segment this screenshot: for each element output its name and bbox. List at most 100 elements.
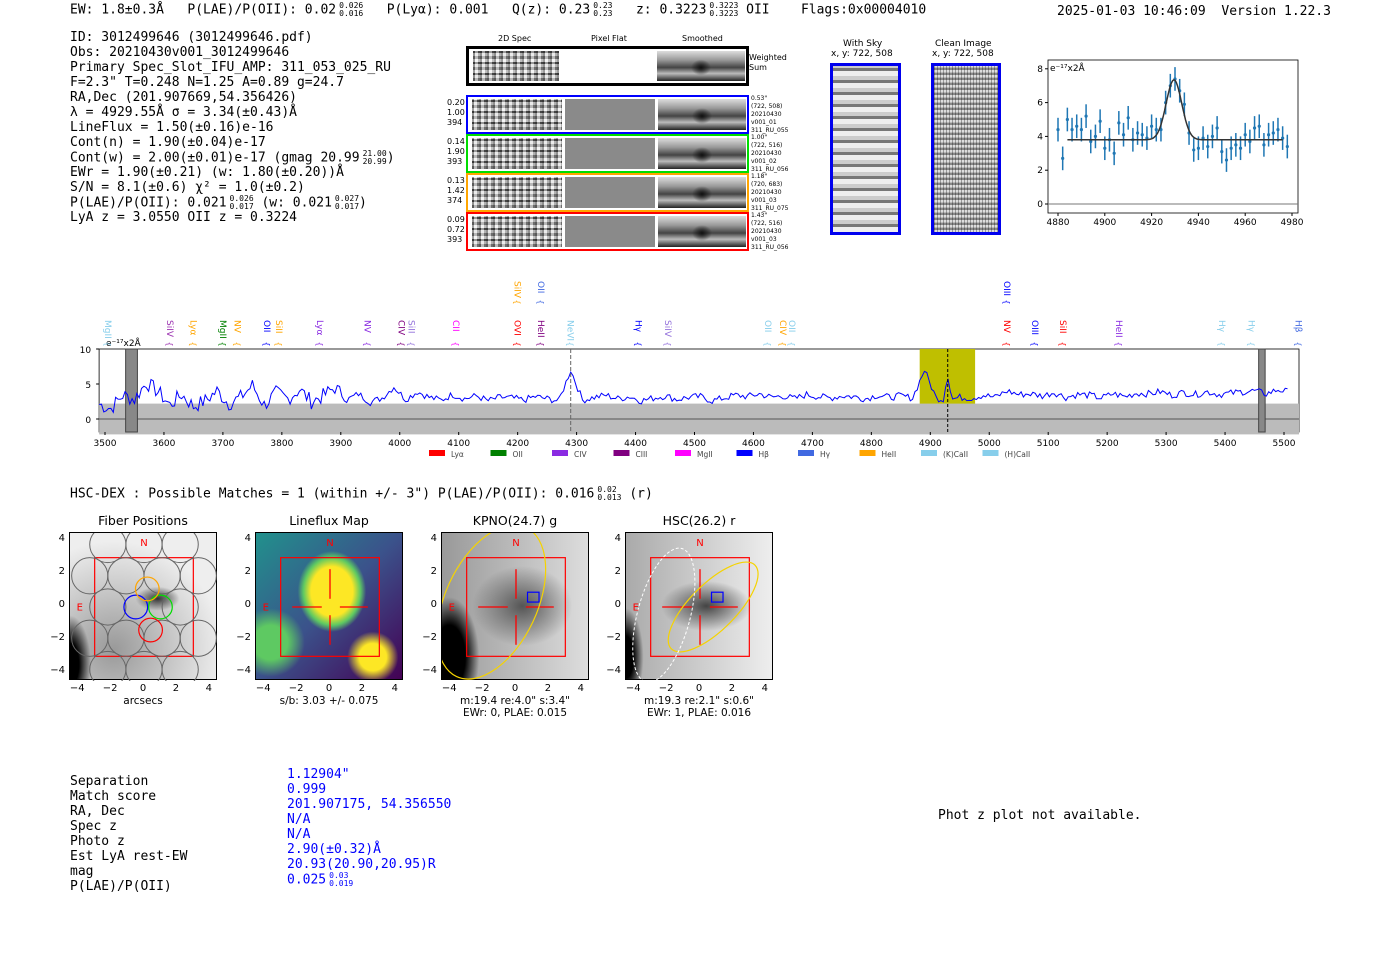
cutout-caption: s/b: 3.03 +/- 0.075 xyxy=(279,695,379,707)
spectral-line-label: NV xyxy=(1001,320,1011,334)
spectral-line-label: SiII xyxy=(1057,320,1067,334)
line-bracket: { xyxy=(1030,341,1039,346)
line-bracket: { xyxy=(1058,341,1067,346)
x-tick-label: 5200 xyxy=(1096,439,1119,449)
data-point xyxy=(1135,131,1140,135)
y-tick-label: −2 xyxy=(606,631,621,643)
match-labels: Separation Match score RA, Dec Spec z Photo … xyxy=(70,774,187,894)
spectral-line-label: Hγ xyxy=(1246,320,1256,333)
x-tick-label: 3800 xyxy=(270,439,293,449)
cutout-overlay: NE xyxy=(632,538,759,681)
y-tick-label: −4 xyxy=(236,664,251,676)
x-tick-label: 2 xyxy=(728,683,736,694)
x-tick-label: 5400 xyxy=(1214,439,1237,449)
line-bracket: { xyxy=(262,341,271,346)
y-tick-label: 4 xyxy=(430,533,437,545)
x-tick-label: −2 xyxy=(288,683,304,694)
y-unit-label: e⁻¹⁷x2Å xyxy=(1050,62,1086,74)
line-bracket: { xyxy=(1002,299,1011,304)
data-point xyxy=(1210,134,1215,138)
data-point xyxy=(1271,131,1275,135)
data-point xyxy=(1056,128,1060,132)
y-tick-label: −2 xyxy=(422,631,437,643)
x-tick-label: 3700 xyxy=(211,439,234,449)
data-point xyxy=(1079,128,1083,132)
data-point xyxy=(1182,102,1186,106)
cutout-overlay: NE xyxy=(263,538,380,657)
x-tick-label: 4700 xyxy=(801,439,824,449)
fiber-circle xyxy=(179,619,217,657)
x-tick-label: 3900 xyxy=(329,439,352,449)
east-label: E xyxy=(449,602,455,613)
spectral-line-label-upper: OIII xyxy=(1001,281,1011,296)
hscdex-lo: 0.013 xyxy=(597,493,622,502)
data-point xyxy=(1150,124,1154,128)
x-tick-label: −4 xyxy=(625,683,641,694)
cutout-caption: EWr: 0, PLAE: 0.015 xyxy=(462,707,568,719)
line-bracket: { xyxy=(218,341,227,346)
x-tick-label: 3600 xyxy=(152,439,175,449)
data-point xyxy=(1075,124,1079,128)
data-point xyxy=(1285,144,1289,149)
line-bracket: { xyxy=(397,341,406,346)
spectral-line-label: CII xyxy=(450,320,460,332)
line-bracket: { xyxy=(513,299,522,304)
y-tick-label: 5 xyxy=(85,381,91,391)
x-tick-label: 4300 xyxy=(565,439,588,449)
y-tick-label: −2 xyxy=(236,631,251,643)
match-value: 0.025 0.03 0.019 xyxy=(287,872,451,888)
line-bracket: { xyxy=(233,341,242,346)
x-tick-label: 5500 xyxy=(1273,439,1296,449)
y-tick-label: 0 xyxy=(1037,200,1043,210)
data-point xyxy=(1206,144,1210,149)
legend-label: Hβ xyxy=(759,450,770,459)
y-tick-label: 4 xyxy=(1037,132,1043,142)
x-tick-label: 0 xyxy=(511,683,519,694)
line-bracket: { xyxy=(778,341,787,346)
fiber-circle xyxy=(143,557,181,595)
y-tick-label: 4 xyxy=(244,533,251,545)
data-point xyxy=(1126,116,1130,120)
data-point xyxy=(1061,156,1065,160)
y-tick-label: −4 xyxy=(422,664,437,676)
fiber-circle xyxy=(71,619,109,657)
data-point xyxy=(1196,146,1200,150)
x-tick-label: 4880 xyxy=(1047,218,1070,228)
match-label: Est LyA rest-EW xyxy=(70,849,188,864)
x-tick-label: 4900 xyxy=(919,439,942,449)
line-bracket: { xyxy=(362,341,371,346)
spectral-line-label-upper: OII xyxy=(535,281,545,293)
data-point xyxy=(1224,158,1229,162)
data-point xyxy=(1140,133,1144,137)
y-tick-label: 0 xyxy=(244,599,251,610)
spectral-line-label: SiII xyxy=(406,320,416,334)
x-tick-label: −4 xyxy=(255,683,271,694)
x-tick-label: 2 xyxy=(172,683,180,694)
y-tick-label: 4 xyxy=(58,533,65,545)
line-bracket: { xyxy=(451,341,460,346)
cutout-image-0: NE xyxy=(69,532,217,681)
fiber-circle xyxy=(71,557,109,595)
x-tick-label: 0 xyxy=(695,683,703,694)
x-tick-label: 4 xyxy=(577,683,584,694)
data-point xyxy=(1238,146,1243,150)
line-bracket: { xyxy=(1114,341,1123,346)
x-tick-label: 4900 xyxy=(1093,218,1116,228)
spectral-line-label: CIV xyxy=(396,320,406,336)
hscdex-title: HSC-DEX : Possible Matches = 1 (within +… xyxy=(70,486,653,502)
legend-swatch xyxy=(921,450,937,456)
cutout-image-2: NE xyxy=(441,532,589,680)
data-point xyxy=(1262,143,1266,147)
data-point xyxy=(1215,126,1219,130)
match-label: RA, Dec xyxy=(70,804,125,819)
y-tick-label: 2 xyxy=(1037,166,1043,176)
legend-swatch xyxy=(736,450,753,456)
y-tick-label: 4 xyxy=(614,533,621,545)
line-bracket: { xyxy=(1217,341,1226,346)
east-label: E xyxy=(263,602,269,613)
north-label: N xyxy=(140,538,147,549)
legend-label: (K)CaII xyxy=(943,450,968,459)
data-point xyxy=(1267,133,1271,137)
cutout-caption: EWr: 1, PLAE: 0.016 xyxy=(646,707,752,719)
spectral-line-label: CIV xyxy=(777,320,787,336)
